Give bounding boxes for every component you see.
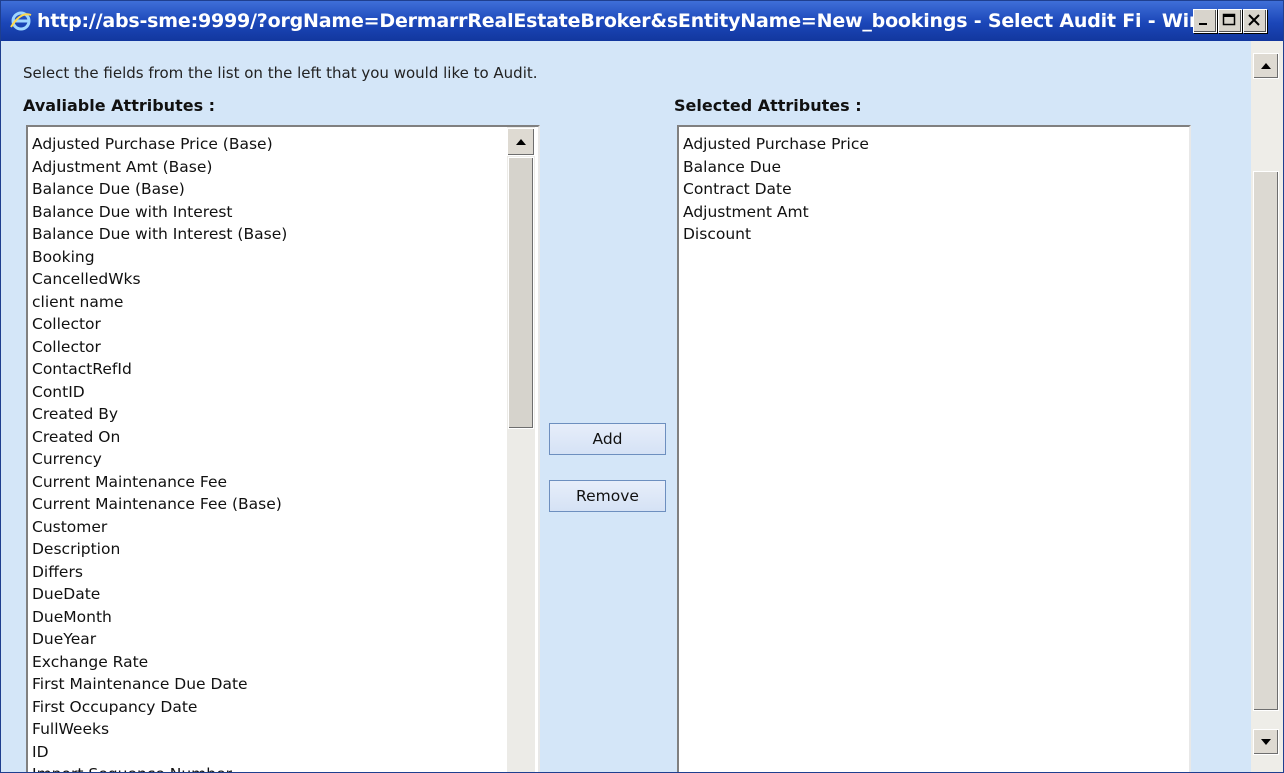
selected-attributes-heading: Selected Attributes :: [674, 96, 862, 115]
page-scroll-down-button[interactable]: [1253, 729, 1279, 755]
page-scroll-thumb[interactable]: [1253, 171, 1279, 711]
available-list-item[interactable]: ID: [32, 741, 287, 764]
remove-button[interactable]: Remove: [549, 480, 666, 512]
available-list-item[interactable]: First Maintenance Due Date: [32, 673, 287, 696]
available-list-item[interactable]: CancelledWks: [32, 268, 287, 291]
scroll-thumb[interactable]: [508, 157, 534, 429]
available-list-item[interactable]: Currency: [32, 448, 287, 471]
available-list-item[interactable]: First Occupancy Date: [32, 696, 287, 719]
scroll-up-button[interactable]: [507, 128, 535, 156]
available-attributes-list[interactable]: Adjusted Purchase Price (Base) Adjustment…: [26, 125, 540, 772]
available-list-item[interactable]: DueYear: [32, 628, 287, 651]
up-arrow-icon: [516, 139, 526, 145]
dialog-window: http://abs-sme:9999/?orgName=DermarrReal…: [0, 0, 1284, 773]
available-list-item[interactable]: Collector: [32, 313, 287, 336]
selected-list-item[interactable]: Contract Date: [683, 178, 869, 201]
available-list-item[interactable]: Adjustment Amt (Base): [32, 156, 287, 179]
available-list-item[interactable]: Balance Due with Interest: [32, 201, 287, 224]
title-bar: http://abs-sme:9999/?orgName=DermarrReal…: [1, 1, 1283, 41]
available-list-item[interactable]: Balance Due with Interest (Base): [32, 223, 287, 246]
close-button[interactable]: [1243, 9, 1267, 33]
available-items: Adjusted Purchase Price (Base) Adjustment…: [32, 133, 287, 772]
selected-list-item[interactable]: Adjusted Purchase Price: [683, 133, 869, 156]
available-list-item[interactable]: Customer: [32, 516, 287, 539]
available-list-item[interactable]: Created On: [32, 426, 287, 449]
add-button[interactable]: Add: [549, 423, 666, 455]
available-list-item[interactable]: DueDate: [32, 583, 287, 606]
available-list-item[interactable]: Differs: [32, 561, 287, 584]
available-list-item[interactable]: FullWeeks: [32, 718, 287, 741]
available-list-item[interactable]: Created By: [32, 403, 287, 426]
selected-attributes-list[interactable]: Adjusted Purchase Price Balance Due Contra…: [677, 125, 1191, 772]
selected-list-item[interactable]: Discount: [683, 223, 869, 246]
available-list-item[interactable]: Booking: [32, 246, 287, 269]
available-list-item[interactable]: ContID: [32, 381, 287, 404]
selected-items: Adjusted Purchase Price Balance Due Contra…: [683, 133, 869, 246]
page-scrollbar[interactable]: [1251, 41, 1283, 772]
instruction-text: Select the fields from the list on the l…: [23, 64, 538, 82]
available-list-item[interactable]: ContactRefId: [32, 358, 287, 381]
available-list-item[interactable]: Current Maintenance Fee (Base): [32, 493, 287, 516]
maximize-button[interactable]: [1218, 9, 1242, 33]
ie-icon: [9, 9, 33, 33]
available-list-item[interactable]: DueMonth: [32, 606, 287, 629]
up-arrow-icon: [1261, 63, 1271, 69]
available-list-item[interactable]: Import Sequence Number: [32, 763, 287, 772]
available-list-scrollbar[interactable]: [507, 127, 535, 772]
window-title: http://abs-sme:9999/?orgName=DermarrReal…: [37, 10, 1207, 32]
available-list-item[interactable]: Exchange Rate: [32, 651, 287, 674]
available-list-item[interactable]: Adjusted Purchase Price (Base): [32, 133, 287, 156]
down-arrow-icon: [1261, 739, 1271, 745]
page-scroll-up-button[interactable]: [1253, 53, 1279, 79]
available-list-item[interactable]: client name: [32, 291, 287, 314]
available-list-item[interactable]: Current Maintenance Fee: [32, 471, 287, 494]
available-list-item[interactable]: Balance Due (Base): [32, 178, 287, 201]
minimize-button[interactable]: [1193, 9, 1217, 33]
selected-list-item[interactable]: Adjustment Amt: [683, 201, 869, 224]
available-attributes-heading: Avaliable Attributes :: [23, 96, 216, 115]
selected-list-item[interactable]: Balance Due: [683, 156, 869, 179]
available-list-item[interactable]: Collector: [32, 336, 287, 359]
available-list-item[interactable]: Description: [32, 538, 287, 561]
